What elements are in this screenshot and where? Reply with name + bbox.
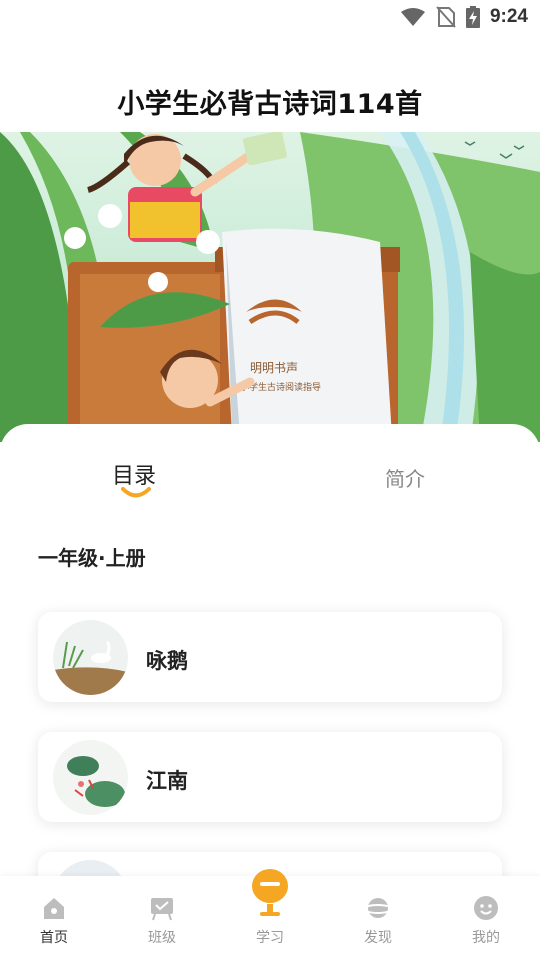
banner-illustration[interactable]: 明明书声 小学生古诗阅读指导 [0, 132, 540, 442]
poem-card-jiangnan[interactable]: 江南 [38, 732, 502, 822]
planet-icon [364, 898, 392, 918]
nav-item-home[interactable]: 首页 [0, 876, 108, 960]
nav-label: 班级 [148, 930, 176, 946]
nav-item-discover[interactable]: 发现 [324, 876, 432, 960]
battery-charging-icon [465, 6, 480, 28]
nav-label: 首页 [40, 930, 68, 946]
nav-item-mine[interactable]: 我的 [432, 876, 540, 960]
tab-intro[interactable]: 简介 [385, 463, 425, 492]
no-sim-icon [436, 6, 456, 28]
status-bar: 9:24 [0, 0, 540, 36]
poem-thumbnail [53, 620, 128, 695]
page-title: 小学生必背古诗词114首 [117, 89, 423, 120]
tab-active-indicator [121, 487, 151, 498]
smile-face-icon [474, 896, 498, 920]
poem-card-yonge[interactable]: 咏鹅 [38, 612, 502, 702]
nav-label: 发现 [364, 930, 392, 946]
section-title: 一年级·上册 [38, 546, 146, 570]
nav-item-study[interactable]: 学习 [216, 869, 324, 960]
book-label: 明明书声 [250, 361, 298, 375]
status-icons: 9:24 [400, 6, 528, 28]
status-time: 9:24 [489, 6, 528, 27]
poem-thumbnail [53, 740, 128, 815]
home-icon [44, 898, 64, 919]
poem-title: 江南 [146, 769, 188, 793]
microphone-icon [252, 869, 288, 916]
nav-label: 我的 [472, 930, 500, 946]
wifi-icon [400, 8, 425, 26]
class-icon [151, 898, 173, 921]
bottom-nav: 首页 班级 学习 发现 我的 [0, 869, 540, 960]
nav-item-class[interactable]: 班级 [108, 876, 216, 960]
poem-title: 咏鹅 [146, 649, 188, 673]
nav-label: 学习 [256, 930, 284, 946]
